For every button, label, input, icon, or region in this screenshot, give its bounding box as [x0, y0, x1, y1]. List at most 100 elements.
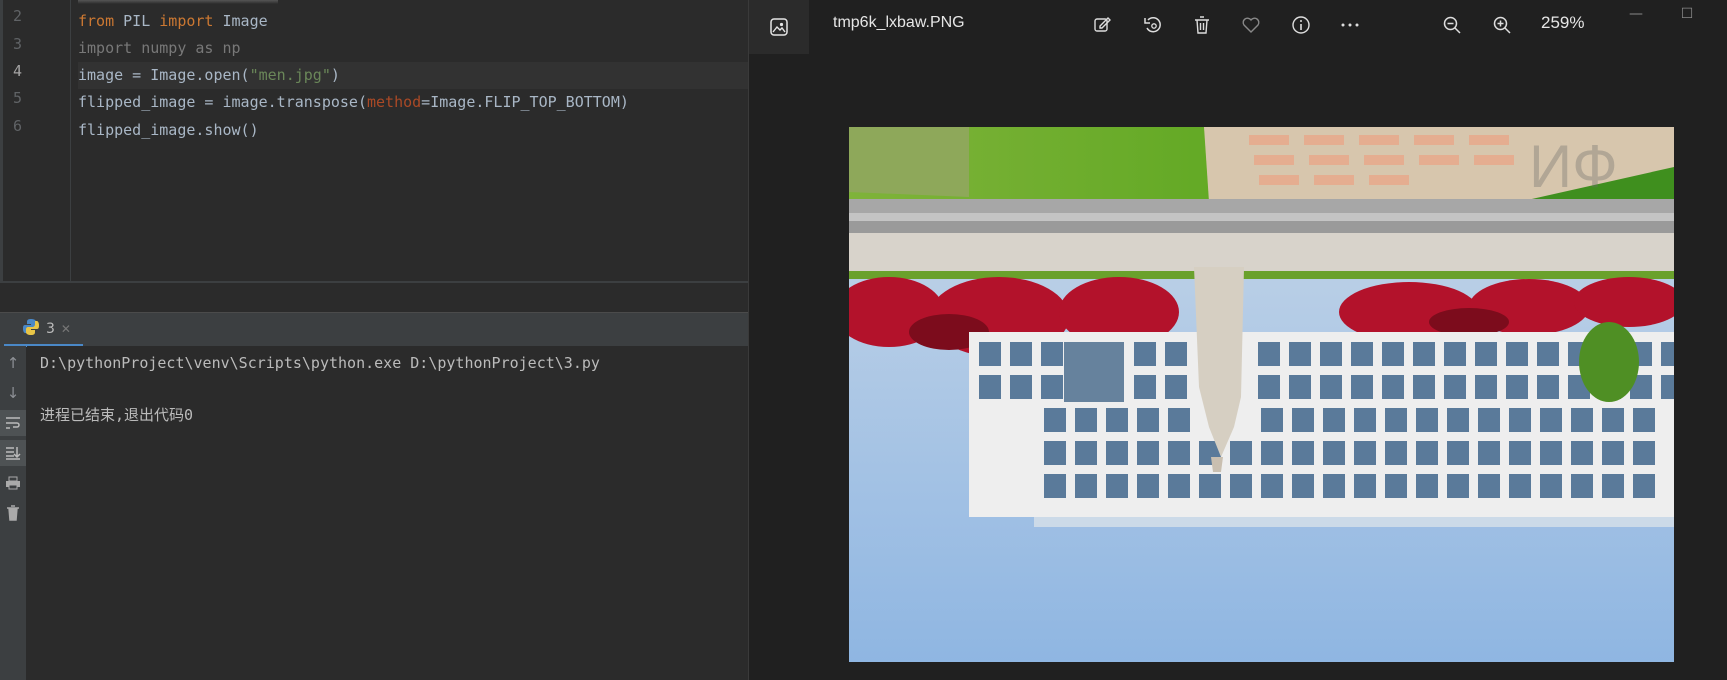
code-area[interactable]: from PIL import Image import numpy as np… — [78, 0, 748, 283]
code-token: flipped_image.show() — [78, 121, 259, 139]
code-line[interactable]: from PIL import Image — [78, 8, 748, 35]
displayed-photo[interactable]: ИФ — [849, 127, 1674, 662]
building-window — [1447, 441, 1469, 465]
building-window — [1168, 441, 1190, 465]
building-window — [1261, 474, 1283, 498]
building-window — [1506, 342, 1528, 366]
building-window — [1416, 474, 1438, 498]
building-window — [1509, 441, 1531, 465]
code-line[interactable]: flipped_image.show() — [78, 117, 748, 144]
building-window — [1041, 375, 1063, 399]
line-number: 4 — [13, 62, 23, 80]
building-window — [1134, 375, 1156, 399]
building-window — [1106, 474, 1128, 498]
building-window — [1478, 441, 1500, 465]
building-window — [1633, 441, 1655, 465]
arrow-down-icon[interactable]: ↓ — [0, 380, 26, 406]
building-window — [1602, 408, 1624, 432]
building-window — [1509, 474, 1531, 498]
building-window — [1106, 408, 1128, 432]
maximize-icon[interactable]: ☐ — [1677, 4, 1697, 24]
building-window — [1416, 408, 1438, 432]
building-window — [1261, 408, 1283, 432]
code-line[interactable]: flipped_image = image.transpose(method=I… — [78, 89, 748, 116]
building-window — [1416, 441, 1438, 465]
building-window — [1354, 474, 1376, 498]
arrow-up-icon[interactable]: ↑ — [0, 350, 26, 376]
scroll-to-end-icon[interactable] — [0, 440, 26, 466]
code-token: ) — [330, 66, 340, 84]
building-window — [1509, 408, 1531, 432]
code-token: image = Image.open( — [78, 66, 250, 84]
building-window — [1447, 474, 1469, 498]
building-window — [1199, 474, 1221, 498]
building-window — [1075, 441, 1097, 465]
building-window — [1571, 441, 1593, 465]
photos-app-icon[interactable] — [749, 0, 809, 54]
zoom-out-icon[interactable] — [1437, 10, 1467, 40]
info-icon[interactable] — [1286, 10, 1316, 40]
building-window — [1447, 408, 1469, 432]
building-window — [1382, 375, 1404, 399]
code-token: import numpy as np — [78, 39, 241, 57]
building-window — [1261, 441, 1283, 465]
favorite-icon[interactable] — [1236, 10, 1266, 40]
minimize-icon[interactable]: — — [1626, 4, 1646, 24]
building-window — [1413, 342, 1435, 366]
building-window — [1320, 342, 1342, 366]
building-window — [1444, 375, 1466, 399]
building-window — [1475, 375, 1497, 399]
file-name: tmp6k_lxbaw.PNG — [833, 14, 965, 31]
building-window — [1602, 474, 1624, 498]
building-window — [1385, 441, 1407, 465]
building-window — [1661, 375, 1674, 399]
zoom-level[interactable]: 259% — [1541, 13, 1584, 33]
editor-horizontal-scrollbar[interactable] — [3, 281, 751, 283]
building-window — [1134, 342, 1156, 366]
building-window — [1165, 342, 1187, 366]
building-window — [1320, 375, 1342, 399]
building-window — [1444, 342, 1466, 366]
building-window — [1571, 408, 1593, 432]
code-editor[interactable]: 2 3 4 5 6 from PIL import Image import n… — [0, 0, 751, 283]
close-icon[interactable]: ✕ — [61, 322, 71, 336]
building-window — [1537, 375, 1559, 399]
print-icon[interactable] — [0, 470, 26, 496]
code-line[interactable]: import numpy as np — [78, 35, 748, 62]
building-window — [1292, 474, 1314, 498]
building-window — [1351, 342, 1373, 366]
line-gutter: 2 3 4 5 6 — [3, 0, 71, 283]
run-tab[interactable]: 3 ✕ — [4, 313, 83, 347]
building-window — [1385, 408, 1407, 432]
keyword: import — [159, 12, 214, 30]
building-window — [1044, 408, 1066, 432]
building-window — [1323, 441, 1345, 465]
building-window — [1354, 408, 1376, 432]
line-number: 2 — [13, 7, 23, 25]
delete-icon[interactable] — [1187, 10, 1217, 40]
building-window — [1230, 441, 1252, 465]
building-window — [1168, 408, 1190, 432]
soft-wrap-icon[interactable] — [0, 410, 26, 436]
building-window — [1478, 408, 1500, 432]
building-window — [1137, 408, 1159, 432]
console-output[interactable]: D:\pythonProject\venv\Scripts\python.exe… — [27, 346, 748, 680]
rotate-icon[interactable] — [1138, 10, 1168, 40]
building-window — [1292, 441, 1314, 465]
code-line-current[interactable]: image = Image.open("men.jpg") — [78, 62, 748, 89]
building-window — [1540, 474, 1562, 498]
python-icon — [22, 318, 40, 340]
building-window — [1010, 342, 1032, 366]
building-window — [1289, 375, 1311, 399]
zoom-in-icon[interactable] — [1487, 10, 1517, 40]
more-icon[interactable] — [1335, 10, 1365, 40]
line-number: 3 — [13, 35, 23, 53]
building-window — [1382, 342, 1404, 366]
building-window — [1661, 342, 1674, 366]
building-window — [1292, 408, 1314, 432]
code-token: =Image.FLIP_TOP_BOTTOM) — [421, 93, 629, 111]
viewer-toolbar: tmp6k_lxbaw.PNG 259% — ☐ — [749, 0, 1727, 54]
edit-image-icon[interactable] — [1088, 10, 1118, 40]
trash-icon[interactable] — [0, 500, 26, 526]
building-window — [979, 342, 1001, 366]
